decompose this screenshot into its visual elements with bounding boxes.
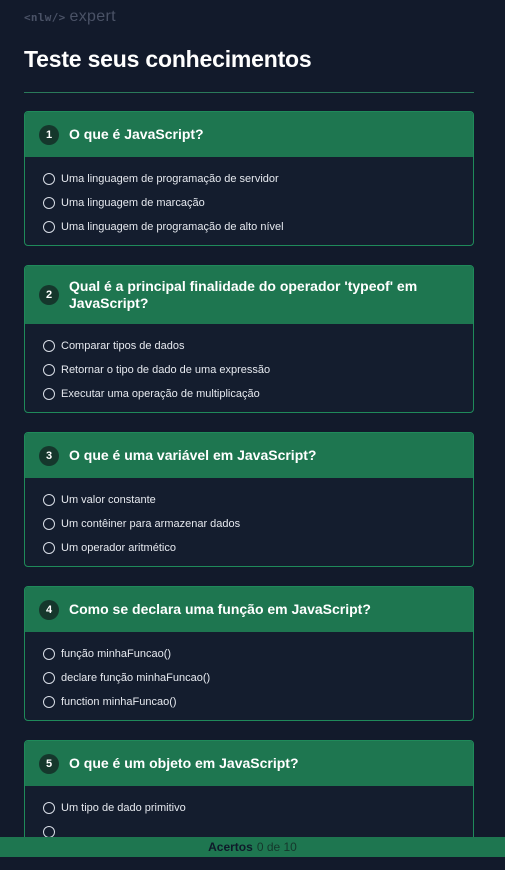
radio-icon[interactable]: [43, 197, 55, 209]
radio-icon[interactable]: [43, 802, 55, 814]
answer-option[interactable]: Um operador aritmético: [43, 536, 455, 560]
answer-label: Uma linguagem de programação de alto nív…: [61, 221, 284, 233]
answer-option[interactable]: declare função minhaFuncao(): [43, 666, 455, 690]
question-number: 3: [39, 445, 59, 466]
radio-icon[interactable]: [43, 648, 55, 660]
answer-option[interactable]: Comparar tipos de dados: [43, 334, 455, 358]
radio-icon[interactable]: [43, 672, 55, 684]
logo-brand: <nlw/>: [24, 10, 66, 24]
answer-option[interactable]: Uma linguagem de programação de alto nív…: [43, 215, 455, 239]
answer-option[interactable]: function minhaFuncao(): [43, 690, 455, 714]
answer-label: Comparar tipos de dados: [61, 340, 185, 352]
question-header: 3 O que é uma variável em JavaScript?: [25, 433, 473, 478]
question-number: 4: [39, 599, 59, 620]
answer-label: declare função minhaFuncao(): [61, 672, 211, 684]
answer-option[interactable]: Um valor constante: [43, 488, 455, 512]
title-divider: [24, 92, 474, 93]
radio-icon[interactable]: [43, 173, 55, 185]
question-card: 3 O que é uma variável em JavaScript? Um…: [24, 432, 474, 567]
question-card: 1 O que é JavaScript? Uma linguagem de p…: [24, 111, 474, 246]
answer-option[interactable]: Uma linguagem de programação de servidor: [43, 167, 455, 191]
question-number: 2: [39, 285, 59, 305]
answer-options: função minhaFuncao() declare função minh…: [25, 632, 473, 720]
question-card: 4 Como se declara uma função em JavaScri…: [24, 586, 474, 721]
answer-label: Um tipo de dado primitivo: [61, 802, 186, 814]
question-text: O que é uma variável em JavaScript?: [69, 447, 317, 463]
radio-icon[interactable]: [43, 388, 55, 400]
answer-label: Uma linguagem de marcação: [61, 197, 205, 209]
answer-label: Um contêiner para armazenar dados: [61, 518, 241, 530]
answer-option[interactable]: Uma linguagem de marcação: [43, 191, 455, 215]
radio-icon[interactable]: [43, 494, 55, 506]
answer-options: Comparar tipos de dados Retornar o tipo …: [25, 324, 473, 412]
score-bar: Acertos 0 de 10: [0, 837, 505, 857]
answer-options: Uma linguagem de programação de servidor…: [25, 157, 473, 245]
question-card: 5 O que é um objeto em JavaScript? Um ti…: [24, 740, 474, 851]
radio-icon[interactable]: [43, 542, 55, 554]
answer-label: Uma linguagem de programação de servidor: [61, 173, 279, 185]
answer-label: Retornar o tipo de dado de uma expressão: [61, 364, 271, 376]
score-count: 0 de 10: [256, 840, 297, 854]
quiz-list: 1 O que é JavaScript? Uma linguagem de p…: [24, 111, 474, 870]
score-label: Acertos: [208, 840, 253, 854]
answer-option[interactable]: Retornar o tipo de dado de uma expressão: [43, 358, 455, 382]
answer-option[interactable]: Um contêiner para armazenar dados: [43, 512, 455, 536]
answer-option[interactable]: Um tipo de dado primitivo: [43, 796, 455, 820]
answer-option[interactable]: função minhaFuncao(): [43, 642, 455, 666]
question-text: Qual é a principal finalidade do operado…: [69, 278, 418, 311]
radio-icon[interactable]: [43, 364, 55, 376]
logo-text: expert: [69, 8, 116, 25]
answer-options: Um valor constante Um contêiner para arm…: [25, 478, 473, 566]
question-card: 2 Qual é a principal finalidade do opera…: [24, 265, 474, 413]
question-header: 4 Como se declara uma função em JavaScri…: [25, 587, 473, 632]
question-number: 1: [39, 124, 59, 145]
radio-icon[interactable]: [43, 221, 55, 233]
question-text: O que é um objeto em JavaScript?: [69, 755, 299, 771]
question-header: 5 O que é um objeto em JavaScript?: [25, 741, 473, 786]
answer-label: Um valor constante: [61, 494, 156, 506]
answer-label: Executar uma operação de multiplicação: [61, 388, 260, 400]
radio-icon[interactable]: [43, 340, 55, 352]
nlw-expert-logo: <nlw/> expert: [24, 8, 116, 26]
answer-label: function minhaFuncao(): [61, 696, 177, 708]
answer-label: Um operador aritmético: [61, 542, 176, 554]
radio-icon[interactable]: [43, 518, 55, 530]
page-title: Teste seus conhecimentos: [24, 46, 312, 72]
question-header: 1 O que é JavaScript?: [25, 112, 473, 157]
question-header: 2 Qual é a principal finalidade do opera…: [25, 266, 473, 324]
question-text: Como se declara uma função em JavaScript…: [69, 601, 371, 617]
radio-icon[interactable]: [43, 696, 55, 708]
question-number: 5: [39, 753, 59, 774]
answer-label: função minhaFuncao(): [61, 648, 172, 660]
question-text: O que é JavaScript?: [69, 126, 204, 142]
answer-option[interactable]: Executar uma operação de multiplicação: [43, 382, 455, 406]
